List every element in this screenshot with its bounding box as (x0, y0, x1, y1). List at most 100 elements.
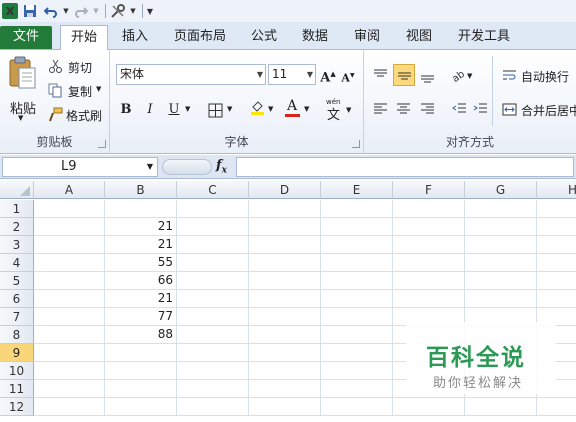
shrink-font-button[interactable]: A▼ (338, 66, 358, 86)
name-box[interactable]: L9 ▼ (2, 157, 158, 177)
align-top-icon[interactable] (373, 68, 388, 83)
cell-d2[interactable] (249, 218, 321, 236)
cell-a11[interactable] (34, 380, 105, 398)
cell-g2[interactable] (465, 218, 537, 236)
align-middle-button[interactable] (393, 64, 415, 86)
row-header-10[interactable]: 10 (0, 362, 34, 380)
cell-b5[interactable]: 66 (105, 272, 177, 290)
cell-h12[interactable] (537, 398, 576, 416)
cell-e6[interactable] (321, 290, 393, 308)
border-icon[interactable] (208, 103, 223, 118)
column-header-c[interactable]: C (177, 181, 249, 199)
cell-e9[interactable] (321, 344, 393, 362)
copy-button[interactable]: 复制 ▼ (46, 82, 106, 100)
underline-button[interactable]: U (164, 100, 184, 120)
cell-e4[interactable] (321, 254, 393, 272)
phonetic-button[interactable]: wén 文 ▼ (324, 98, 354, 123)
save-icon[interactable] (21, 2, 39, 20)
cell-f3[interactable] (393, 236, 465, 254)
cell-f4[interactable] (393, 254, 465, 272)
cell-c2[interactable] (177, 218, 249, 236)
tab-review[interactable]: 审阅 (344, 25, 390, 50)
cell-e3[interactable] (321, 236, 393, 254)
customize-toolbar-icon[interactable]: ▼ (146, 2, 154, 20)
cell-h3[interactable] (537, 236, 576, 254)
row-header-12[interactable]: 12 (0, 398, 34, 416)
cell-a7[interactable] (34, 308, 105, 326)
cell-a10[interactable] (34, 362, 105, 380)
cut-button[interactable]: 剪切 (46, 58, 106, 76)
tab-home[interactable]: 开始 (60, 25, 108, 51)
align-right-icon[interactable] (420, 102, 435, 117)
cell-a6[interactable] (34, 290, 105, 308)
italic-button[interactable]: I (140, 100, 160, 120)
cell-e11[interactable] (321, 380, 393, 398)
cell-h4[interactable] (537, 254, 576, 272)
cell-a4[interactable] (34, 254, 105, 272)
tab-developer[interactable]: 开发工具 (450, 25, 518, 50)
cell-g6[interactable] (465, 290, 537, 308)
cell-g12[interactable] (465, 398, 537, 416)
format-painter-button[interactable]: 格式刷 (46, 106, 108, 124)
column-header-b[interactable]: B (105, 181, 177, 199)
cell-g1[interactable] (465, 200, 537, 218)
row-header-6[interactable]: 6 (0, 290, 34, 308)
row-header-2[interactable]: 2 (0, 218, 34, 236)
cell-c8[interactable] (177, 326, 249, 344)
cell-a1[interactable] (34, 200, 105, 218)
excel-logo-icon[interactable]: X (2, 3, 18, 19)
fill-color-dropdown-icon[interactable]: ▼ (268, 105, 273, 113)
cell-c11[interactable] (177, 380, 249, 398)
align-center-icon[interactable] (396, 102, 411, 117)
cell-f1[interactable] (393, 200, 465, 218)
cell-c3[interactable] (177, 236, 249, 254)
font-launcher-icon[interactable] (352, 140, 360, 148)
decrease-indent-icon[interactable] (452, 102, 467, 117)
font-color-dropdown-icon[interactable]: ▼ (304, 105, 309, 113)
orientation-icon[interactable]: ab (450, 68, 465, 83)
tab-view[interactable]: 视图 (396, 25, 442, 50)
formula-input[interactable] (236, 157, 574, 177)
cell-f5[interactable] (393, 272, 465, 290)
cell-f2[interactable] (393, 218, 465, 236)
cell-g5[interactable] (465, 272, 537, 290)
cell-a9[interactable] (34, 344, 105, 362)
font-size-combo[interactable]: 11 ▼ (268, 64, 316, 85)
row-header-1[interactable]: 1 (0, 200, 34, 218)
cell-e10[interactable] (321, 362, 393, 380)
cell-c9[interactable] (177, 344, 249, 362)
cell-d3[interactable] (249, 236, 321, 254)
wrap-text-button[interactable]: 自动换行 (500, 66, 576, 86)
cell-c10[interactable] (177, 362, 249, 380)
cell-a8[interactable] (34, 326, 105, 344)
column-header-d[interactable]: D (249, 181, 321, 199)
cell-b3[interactable]: 21 (105, 236, 177, 254)
row-header-7[interactable]: 7 (0, 308, 34, 326)
cell-e12[interactable] (321, 398, 393, 416)
undo-icon[interactable] (42, 2, 60, 20)
cell-c1[interactable] (177, 200, 249, 218)
cell-g4[interactable] (465, 254, 537, 272)
tab-file[interactable]: 文件 (0, 26, 52, 49)
cell-d1[interactable] (249, 200, 321, 218)
cell-d9[interactable] (249, 344, 321, 362)
cell-e7[interactable] (321, 308, 393, 326)
grow-font-button[interactable]: A▲ (318, 64, 338, 85)
underline-dropdown-icon[interactable]: ▼ (185, 105, 190, 113)
column-header-h[interactable]: H (537, 181, 576, 199)
cell-b8[interactable]: 88 (105, 326, 177, 344)
cell-c12[interactable] (177, 398, 249, 416)
cell-c4[interactable] (177, 254, 249, 272)
tools-icon[interactable] (109, 2, 127, 20)
cell-e8[interactable] (321, 326, 393, 344)
cell-a2[interactable] (34, 218, 105, 236)
undo-dropdown-icon[interactable]: ▼ (63, 2, 69, 20)
row-header-4[interactable]: 4 (0, 254, 34, 272)
merge-center-button[interactable]: 合并后居中 (500, 100, 576, 120)
paste-button[interactable]: 粘贴 ▼ (4, 54, 40, 124)
cell-b1[interactable] (105, 200, 177, 218)
cell-b2[interactable]: 21 (105, 218, 177, 236)
row-header-11[interactable]: 11 (0, 380, 34, 398)
tab-insert[interactable]: 插入 (112, 25, 158, 50)
tab-formulas[interactable]: 公式 (241, 25, 287, 50)
